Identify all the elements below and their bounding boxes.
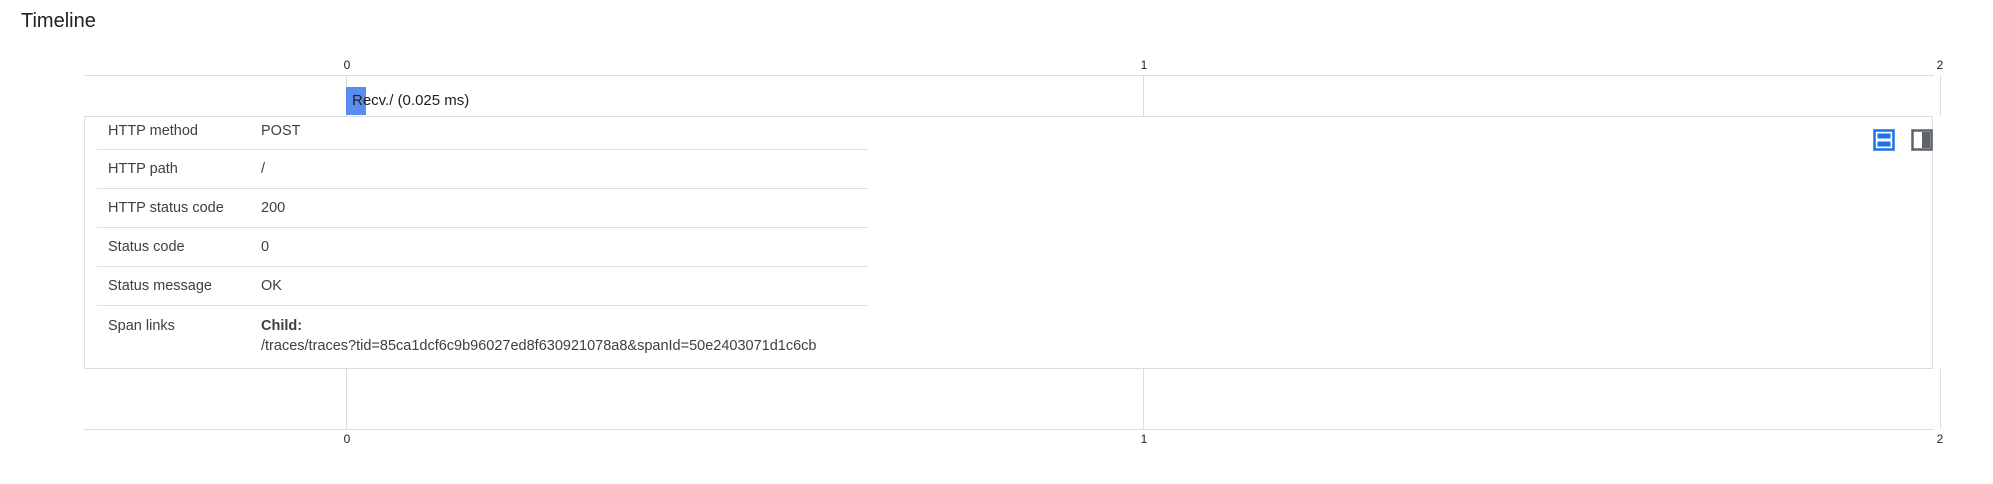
bottom-axis-tick-2: 2 bbox=[1936, 432, 1944, 446]
span-links-row: Span links Child: /traces/traces?tid=85c… bbox=[97, 306, 868, 370]
attribute-row: Status message OK bbox=[97, 267, 868, 306]
side-layout-button[interactable] bbox=[1911, 129, 1933, 151]
top-axis-tick-1: 1 bbox=[1140, 58, 1148, 72]
bottom-axis-line bbox=[84, 429, 1934, 430]
stacked-layout-button[interactable] bbox=[1873, 129, 1895, 151]
gridline-1-upper bbox=[1143, 75, 1144, 116]
gridline-2-lower bbox=[1940, 369, 1941, 429]
bottom-axis-tick-1: 1 bbox=[1140, 432, 1148, 446]
span-links-value: Child: /traces/traces?tid=85ca1dcf6c9b96… bbox=[261, 316, 817, 356]
attribute-value: OK bbox=[261, 277, 282, 294]
span-links-key: Span links bbox=[108, 318, 175, 334]
view-stacked-icon bbox=[1873, 129, 1895, 151]
attribute-row: HTTP path / bbox=[97, 150, 868, 189]
attribute-key: HTTP status code bbox=[108, 199, 224, 216]
top-axis-line bbox=[84, 75, 1934, 76]
attribute-value: 0 bbox=[261, 238, 270, 255]
span-link-url[interactable]: /traces/traces?tid=85ca1dcf6c9b96027ed8f… bbox=[261, 336, 817, 356]
top-axis-tick-2: 2 bbox=[1936, 58, 1944, 72]
page-title: Timeline bbox=[21, 10, 96, 32]
attribute-value: 200 bbox=[261, 199, 286, 216]
view-side-panel-icon bbox=[1911, 129, 1933, 151]
bottom-axis-tick-0: 0 bbox=[343, 432, 351, 446]
span-label[interactable]: Recv./ (0.025 ms) bbox=[352, 92, 469, 109]
attributes-table: HTTP method POST HTTP path / HTTP status… bbox=[97, 117, 868, 370]
gridline-0-lower bbox=[346, 369, 347, 429]
span-details-panel: HTTP method POST HTTP path / HTTP status… bbox=[84, 116, 1933, 369]
gridline-2-upper bbox=[1940, 75, 1941, 116]
attribute-key: HTTP method bbox=[108, 123, 198, 139]
attribute-row: Status code 0 bbox=[97, 228, 868, 267]
attribute-key: HTTP path bbox=[108, 160, 178, 177]
attribute-key: Status code bbox=[108, 238, 185, 255]
attribute-row: HTTP method POST bbox=[97, 117, 868, 150]
top-axis-tick-0: 0 bbox=[343, 58, 351, 72]
gridline-1-lower bbox=[1143, 369, 1144, 429]
attribute-row: HTTP status code 200 bbox=[97, 189, 868, 228]
attribute-key: Status message bbox=[108, 277, 212, 294]
attribute-value: / bbox=[261, 160, 266, 177]
attribute-value: POST bbox=[261, 123, 301, 139]
span-link-label: Child: bbox=[261, 318, 303, 334]
